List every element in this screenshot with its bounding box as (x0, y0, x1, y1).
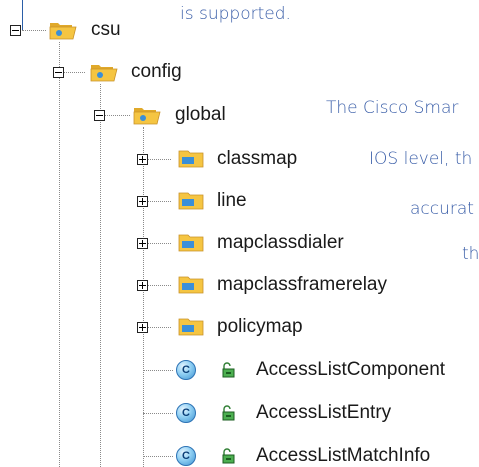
closed-folder-icon (178, 276, 204, 294)
tree-guide-global (143, 127, 144, 467)
tree-guide-left (22, 0, 23, 30)
tree-node-config[interactable]: config (131, 61, 182, 83)
closed-folder-icon (178, 150, 204, 168)
collapse-toggle-config[interactable] (53, 67, 64, 78)
class-icon: C (176, 360, 196, 380)
tree-guide-csu (59, 42, 60, 467)
tree-node-folder[interactable]: classmap (217, 148, 297, 170)
connector-class-1 (143, 370, 173, 371)
note-ios-level: IOS level, th (369, 149, 473, 169)
expand-toggle-policymap[interactable] (137, 322, 148, 333)
note-supported: is supported. (180, 4, 291, 24)
closed-folder-icon (178, 234, 204, 252)
open-folder-icon (90, 65, 118, 82)
collapse-toggle-csu[interactable] (10, 25, 21, 36)
expand-toggle-classmap[interactable] (137, 154, 148, 165)
expand-toggle-mapclassframerelay[interactable] (137, 280, 148, 291)
lock-icon (222, 405, 235, 421)
note-th: th (462, 244, 479, 264)
tree-node-folder[interactable]: mapclassdialer (217, 232, 344, 254)
tree-node-class[interactable]: AccessListComponent (256, 359, 445, 381)
connector-class-2 (143, 413, 173, 414)
closed-folder-icon (178, 318, 204, 336)
tree-node-class[interactable]: AccessListEntry (256, 402, 391, 424)
tree-node-folder[interactable]: mapclassframerelay (217, 274, 387, 296)
tree-guide-config (100, 84, 101, 467)
expand-toggle-mapclassdialer[interactable] (137, 238, 148, 249)
connector-class-3 (143, 456, 173, 457)
note-cisco-smart: The Cisco Smar (326, 98, 459, 118)
class-icon: C (176, 446, 196, 466)
class-icon: C (176, 403, 196, 423)
open-folder-icon (49, 23, 77, 40)
lock-icon (222, 448, 235, 464)
lock-icon (222, 362, 235, 378)
note-accurate: accurat (410, 199, 474, 219)
tree-node-folder[interactable]: line (217, 190, 247, 212)
connector-csu (22, 30, 46, 31)
tree-node-folder[interactable]: policymap (217, 316, 303, 338)
expand-toggle-line[interactable] (137, 196, 148, 207)
collapse-toggle-global[interactable] (94, 110, 105, 121)
closed-folder-icon (178, 192, 204, 210)
tree-node-class[interactable]: AccessListMatchInfo (256, 445, 430, 467)
tree-node-global[interactable]: global (175, 104, 226, 126)
tree-node-csu[interactable]: csu (91, 19, 121, 41)
open-folder-icon (133, 108, 161, 125)
